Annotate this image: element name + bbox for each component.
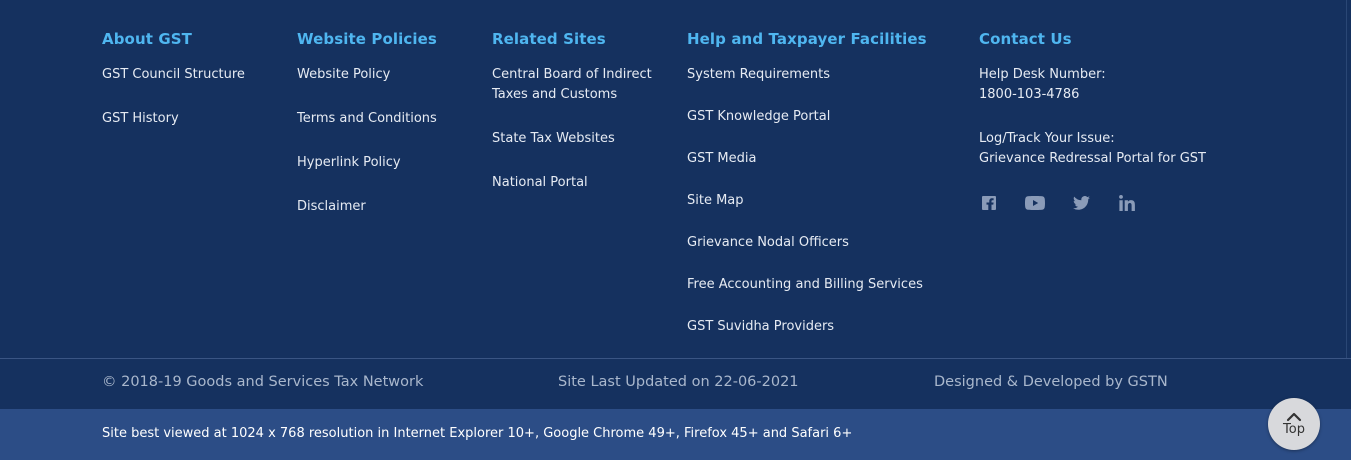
contact-us-column: Contact Us Help Desk Number: 1800-103-47… [979, 30, 1259, 213]
help-taxpayer-facilities-column: Help and Taxpayer Facilities System Requ… [687, 30, 957, 359]
link-gst-history[interactable]: GST History [102, 109, 282, 129]
copyright-text: © 2018-19 Goods and Services Tax Network [102, 374, 424, 390]
scrollbar-edge [1346, 0, 1351, 358]
link-free-accounting-billing[interactable]: Free Accounting and Billing Services [687, 275, 957, 295]
link-gst-suvidha-providers[interactable]: GST Suvidha Providers [687, 317, 957, 337]
link-gst-council-structure[interactable]: GST Council Structure [102, 65, 282, 85]
website-policies-list: Website Policy Terms and Conditions Hype… [297, 65, 477, 217]
related-sites-list: Central Board of Indirect Taxes and Cust… [492, 65, 672, 193]
link-site-map[interactable]: Site Map [687, 191, 957, 211]
link-national-portal[interactable]: National Portal [492, 173, 672, 193]
issue-block: Log/Track Your Issue: Grievance Redressa… [979, 129, 1259, 169]
link-disclaimer[interactable]: Disclaimer [297, 197, 477, 217]
link-cbic[interactable]: Central Board of Indirect Taxes and Cust… [492, 65, 672, 105]
designed-by-text: Designed & Developed by GSTN [934, 374, 1168, 390]
help-taxpayer-facilities-list: System Requirements GST Knowledge Portal… [687, 65, 957, 337]
link-state-tax-websites[interactable]: State Tax Websites [492, 129, 672, 149]
related-sites-heading: Related Sites [492, 30, 606, 48]
related-sites-column: Related Sites Central Board of Indirect … [492, 30, 672, 217]
linkedin-icon[interactable] [1117, 193, 1137, 213]
footer-main: About GST GST Council Structure GST Hist… [0, 0, 1347, 358]
link-hyperlink-policy[interactable]: Hyperlink Policy [297, 153, 477, 173]
website-policies-heading: Website Policies [297, 30, 437, 48]
link-grievance-redressal-portal[interactable]: Grievance Redressal Portal for GST [979, 149, 1259, 169]
issue-label: Log/Track Your Issue: [979, 131, 1115, 146]
browser-note-bar: Site best viewed at 1024 x 768 resolutio… [0, 409, 1351, 460]
last-updated-text: Site Last Updated on 22-06-2021 [558, 374, 799, 390]
chevron-up-icon [1286, 412, 1302, 421]
link-gst-knowledge-portal[interactable]: GST Knowledge Portal [687, 107, 957, 127]
footer-bottom-bar: © 2018-19 Goods and Services Tax Network… [0, 359, 1351, 409]
facebook-icon[interactable] [979, 193, 999, 213]
helpdesk-block: Help Desk Number: 1800-103-4786 [979, 65, 1259, 105]
helpdesk-label: Help Desk Number: [979, 67, 1106, 82]
browser-note-text: Site best viewed at 1024 x 768 resolutio… [102, 426, 853, 441]
link-website-policy[interactable]: Website Policy [297, 65, 477, 85]
contact-us-heading: Contact Us [979, 30, 1072, 48]
link-terms-and-conditions[interactable]: Terms and Conditions [297, 109, 477, 129]
website-policies-column: Website Policies Website Policy Terms an… [297, 30, 477, 241]
link-gst-media[interactable]: GST Media [687, 149, 957, 169]
link-grievance-nodal-officers[interactable]: Grievance Nodal Officers [687, 233, 957, 253]
about-gst-column: About GST GST Council Structure GST Hist… [102, 30, 282, 153]
back-to-top-label: Top [1283, 421, 1305, 437]
back-to-top-button[interactable]: Top [1268, 398, 1320, 450]
social-icons [979, 193, 1259, 213]
youtube-icon[interactable] [1025, 193, 1045, 213]
about-gst-heading: About GST [102, 30, 192, 48]
helpdesk-number: 1800-103-4786 [979, 87, 1080, 102]
twitter-icon[interactable] [1071, 193, 1091, 213]
help-taxpayer-facilities-heading: Help and Taxpayer Facilities [687, 30, 927, 48]
link-system-requirements[interactable]: System Requirements [687, 65, 957, 85]
about-gst-list: GST Council Structure GST History [102, 65, 282, 129]
